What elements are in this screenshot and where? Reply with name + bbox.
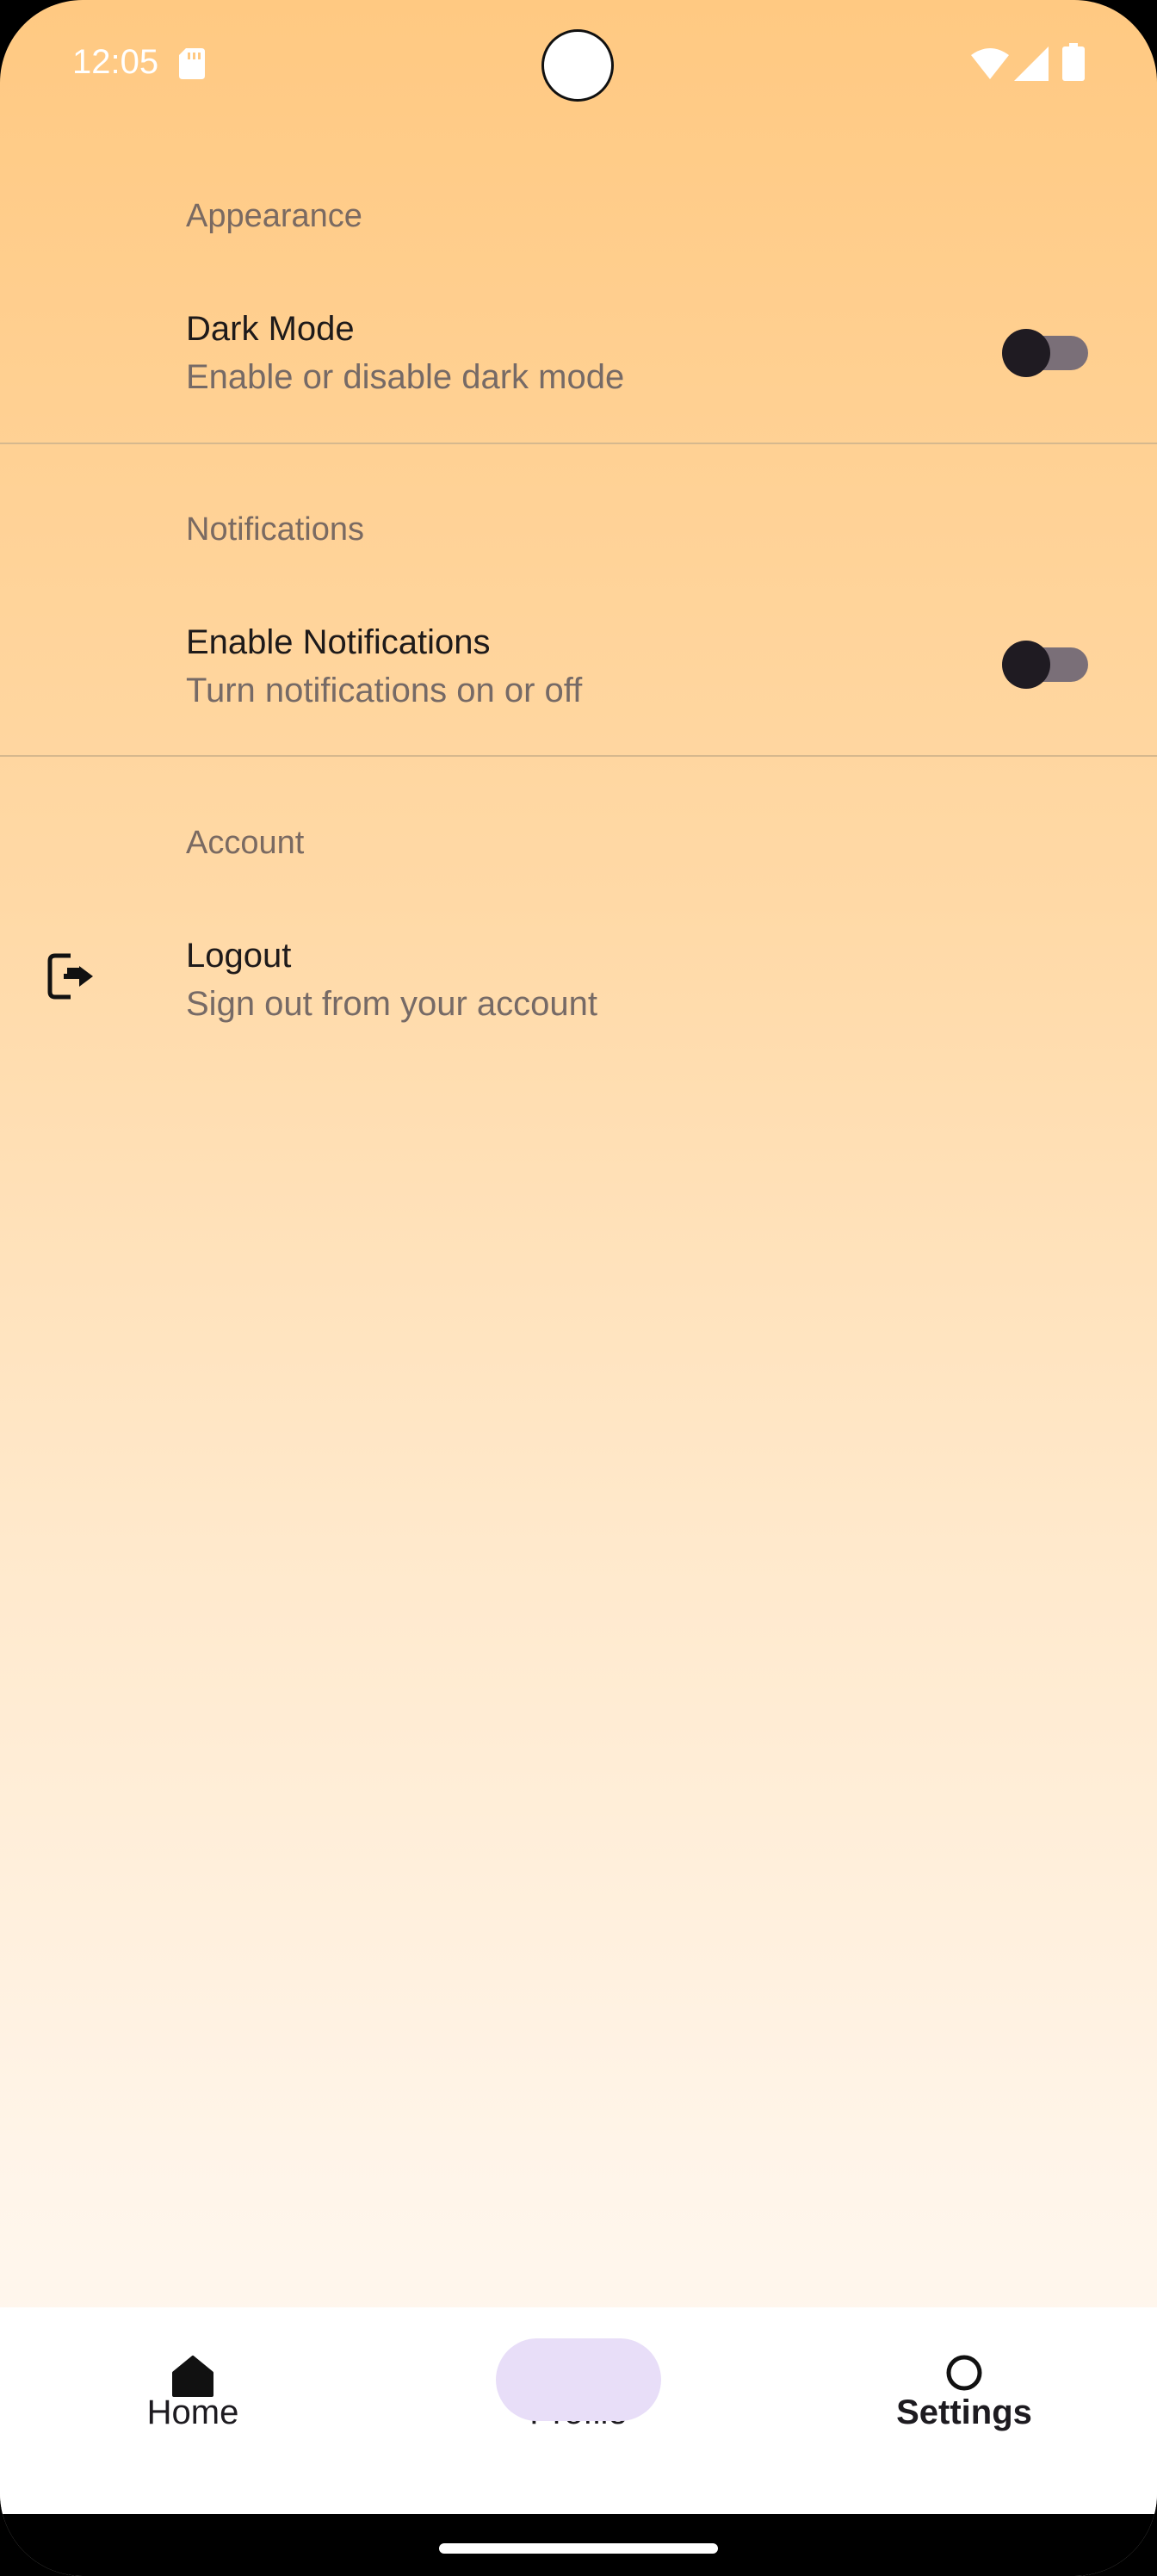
- dark-mode-label: Dark Mode: [186, 310, 355, 348]
- battery-icon: [1062, 43, 1085, 81]
- toggle-thumb: [1002, 329, 1050, 377]
- nav-item-settings[interactable]: Settings: [771, 2307, 1157, 2514]
- logout-label: Logout: [186, 937, 292, 975]
- nav-label-settings: Settings: [896, 2393, 1032, 2431]
- status-time: 12:05: [72, 43, 159, 81]
- section-title-account: Account: [186, 825, 305, 861]
- gesture-handle[interactable]: [439, 2543, 718, 2554]
- status-bar: 12:05: [0, 0, 1157, 129]
- toggle-thumb: [1002, 641, 1050, 689]
- notifications-toggle[interactable]: [1002, 641, 1088, 689]
- signal-icon: [1014, 46, 1049, 81]
- dark-mode-toggle[interactable]: [1002, 329, 1088, 377]
- divider: [0, 755, 1157, 757]
- phone-screen: 12:05 Appearance Dark Mode Enable or dis…: [0, 0, 1157, 2576]
- front-camera: [541, 29, 614, 102]
- enable-notifications-label: Enable Notifications: [186, 623, 491, 661]
- nav-selected-indicator: [496, 2338, 661, 2421]
- circle-icon: [946, 2355, 982, 2391]
- section-title-appearance: Appearance: [186, 198, 362, 234]
- logout-description: Sign out from your account: [186, 985, 598, 1023]
- bottom-navigation: Home Profile Settings: [0, 2307, 1157, 2514]
- section-title-notifications: Notifications: [186, 511, 364, 548]
- sd-card-icon: [179, 48, 205, 79]
- nav-label-home: Home: [146, 2393, 239, 2431]
- wifi-icon: [971, 48, 1009, 79]
- dark-mode-description: Enable or disable dark mode: [186, 358, 625, 396]
- divider: [0, 443, 1157, 444]
- enable-notifications-description: Turn notifications on or off: [186, 672, 583, 709]
- nav-item-home[interactable]: Home: [0, 2307, 386, 2514]
- logout-icon: [47, 953, 93, 1000]
